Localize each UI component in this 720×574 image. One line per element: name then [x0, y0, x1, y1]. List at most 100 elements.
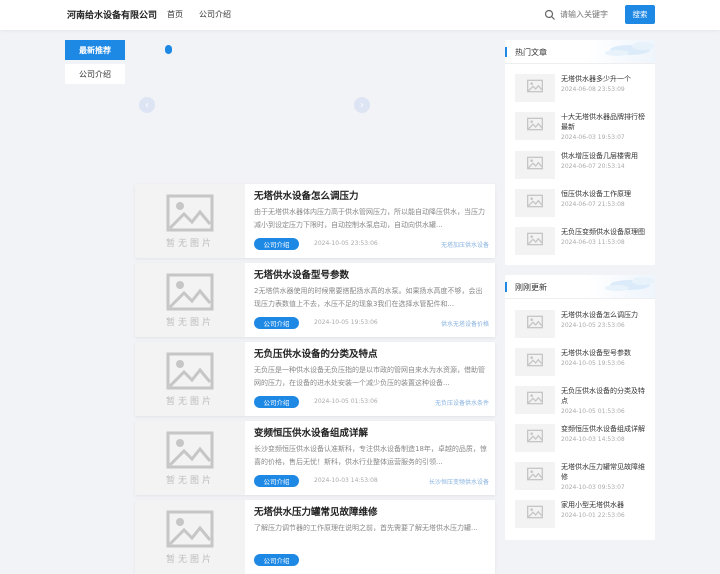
- side-list-item[interactable]: 十大无塔供水器品牌排行榜最新 2024-06-03 19:53:07: [515, 112, 655, 142]
- image-placeholder-icon: [527, 117, 543, 131]
- side-item-title[interactable]: 无负压供水设备的分类及特点: [561, 386, 651, 406]
- side-item-date: 2024-10-05 23:53:06: [561, 322, 625, 329]
- side-list-item[interactable]: 无塔供水设备怎么调压力 2024-10-05 23:53:06: [515, 310, 655, 340]
- hot-title: 热门文章: [515, 48, 547, 57]
- side-list-item[interactable]: 变频恒压供水设备组成详解 2024-10-03 14:53:08: [515, 424, 655, 454]
- article-tag[interactable]: 供水无塔设备价格: [441, 319, 489, 328]
- article-thumbnail[interactable]: 暂无图片: [135, 500, 245, 574]
- site-logo[interactable]: 河南给水设备有限公司: [67, 8, 157, 21]
- article-card[interactable]: 暂无图片 无负压供水设备的分类及特点无负压是一种供水设备无负压指的是以市政的管网自…: [135, 342, 495, 416]
- category-badge[interactable]: 公司介绍: [254, 238, 299, 250]
- article-date: 2024-10-05 19:53:06: [314, 319, 378, 326]
- slider-dot[interactable]: [165, 45, 172, 54]
- category-badge[interactable]: 公司介绍: [254, 554, 299, 566]
- article-title[interactable]: 变频恒压供水设备组成详解: [254, 425, 368, 439]
- category-badge[interactable]: 公司介绍: [254, 475, 299, 487]
- article-thumbnail[interactable]: 暂无图片: [135, 184, 245, 258]
- side-list-item[interactable]: 无塔供水设备型号参数 2024-10-05 19:53:06: [515, 348, 655, 378]
- article-summary: 无负压是一种供水设备无负压指的是以市政的管网自来水为水资源，借助管网的压力，在设…: [254, 366, 485, 387]
- image-placeholder-icon: [527, 79, 543, 93]
- category-badge[interactable]: 公司介绍: [254, 317, 299, 329]
- side-thumbnail[interactable]: [515, 386, 555, 414]
- side-list-item[interactable]: 无负压变频供水设备原理图 2024-06-03 11:53:08: [515, 227, 655, 257]
- side-item-title[interactable]: 家用小型无塔供水器: [561, 500, 651, 510]
- side-item-title[interactable]: 无负压变频供水设备原理图: [561, 227, 651, 237]
- article-date: 2024-10-03 14:53:08: [314, 477, 378, 484]
- article-title[interactable]: 无塔供水设备型号参数: [254, 267, 349, 281]
- side-thumbnail[interactable]: [515, 462, 555, 490]
- image-placeholder-icon: [527, 232, 543, 246]
- image-placeholder-icon: [527, 194, 543, 208]
- article-title[interactable]: 无塔供水设备怎么调压力: [254, 188, 359, 202]
- article-card[interactable]: 暂无图片 无塔供水设备怎么调压力由于无塔供水器体内压力高于供水管网压力，所以能自动…: [135, 184, 495, 258]
- side-thumbnail[interactable]: [515, 348, 555, 376]
- side-item-title[interactable]: 无塔供水设备型号参数: [561, 348, 651, 358]
- nav-about[interactable]: 公司介绍: [199, 9, 231, 20]
- article-tag[interactable]: 无负压设备供水条件: [435, 398, 489, 407]
- article-summary: 由于无塔供水器体内压力高于供水管网压力，所以能自动降压供水，当压力减小到设定压力…: [254, 208, 485, 229]
- side-thumbnail[interactable]: [515, 74, 555, 102]
- main-nav: 首页 公司介绍: [167, 9, 231, 20]
- nav-home[interactable]: 首页: [167, 9, 183, 20]
- side-item-title[interactable]: 无塔供水器多少升一个: [561, 74, 651, 84]
- article-card[interactable]: 暂无图片 无塔供水设备型号参数 2无塔供水器使用的时候需要搭配扬水高的水泵。如果扬水…: [135, 263, 495, 337]
- side-item-date: 2024-10-03 14:53:08: [561, 436, 625, 443]
- search-button[interactable]: 搜索: [625, 5, 655, 24]
- side-item-title[interactable]: 无塔供水压力罐常见故障维修: [561, 462, 651, 482]
- side-item-title[interactable]: 无塔供水设备怎么调压力: [561, 310, 651, 320]
- side-thumbnail[interactable]: [515, 500, 555, 528]
- placeholder-text: 暂无图片: [165, 397, 214, 407]
- image-placeholder-icon: [527, 429, 543, 443]
- side-list-item[interactable]: 供水增压设备几层楼需用 2024-06-07 20:53:14: [515, 151, 655, 181]
- side-item-date: 2024-06-03 19:53:07: [561, 134, 625, 141]
- side-thumbnail[interactable]: [515, 424, 555, 452]
- article-date: 2024-10-05 23:53:06: [314, 240, 378, 247]
- banner-slider: ‹ ›: [135, 40, 495, 180]
- side-list-item[interactable]: 无负压供水设备的分类及特点 2024-10-05 01:53:06: [515, 386, 655, 416]
- side-item-title[interactable]: 十大无塔供水器品牌排行榜最新: [561, 112, 651, 132]
- side-item-date: 2024-06-07 21:53:08: [561, 201, 625, 208]
- side-list-item[interactable]: 无塔供水压力罐常见故障维修 2024-10-03 09:53:07: [515, 462, 655, 492]
- left-nav: 最新推荐 公司介绍: [65, 40, 125, 84]
- placeholder-text: 暂无图片: [165, 239, 214, 249]
- side-item-title[interactable]: 变频恒压供水设备组成详解: [561, 424, 651, 434]
- header: 河南给水设备有限公司 首页 公司介绍 搜索: [0, 0, 720, 30]
- article-summary: 长沙变频恒压供水设备认准斯科，专注供水设备制造18年，卓越的品质，惊喜的价格，售…: [254, 445, 487, 466]
- side-list-item[interactable]: 恒压供水设备工作原理 2024-06-07 21:53:08: [515, 189, 655, 219]
- placeholder-text: 暂无图片: [165, 555, 214, 565]
- chevron-right-icon[interactable]: ›: [354, 97, 370, 113]
- article-thumbnail[interactable]: 暂无图片: [135, 342, 245, 416]
- article-thumbnail[interactable]: 暂无图片: [135, 421, 245, 495]
- recent-title: 刚刚更新: [515, 283, 547, 292]
- search-box: [540, 5, 620, 24]
- side-thumbnail[interactable]: [515, 151, 555, 179]
- side-item-title[interactable]: 恒压供水设备工作原理: [561, 189, 651, 199]
- search-input[interactable]: [560, 10, 620, 19]
- image-placeholder-icon: [527, 505, 543, 519]
- side-thumbnail[interactable]: [515, 112, 555, 140]
- placeholder-text: 暂无图片: [165, 476, 214, 486]
- side-item-date: 2024-10-01 22:53:06: [561, 512, 625, 519]
- side-list-item[interactable]: 家用小型无塔供水器 2024-10-01 22:53:06: [515, 500, 655, 530]
- tab-latest[interactable]: 最新推荐: [65, 40, 125, 60]
- article-title[interactable]: 无负压供水设备的分类及特点: [254, 346, 378, 360]
- article-card[interactable]: 暂无图片 变频恒压供水设备组成详解长沙变频恒压供水设备认准斯科，专注供水设备制造1…: [135, 421, 495, 495]
- side-list-item[interactable]: 无塔供水器多少升一个 2024-06-08 23:53:09: [515, 74, 655, 104]
- cloud-icon: [605, 277, 654, 291]
- article-card[interactable]: 暂无图片 无塔供水压力罐常见故障维修 了解压力调节器的工作原理在说明之前，首先需要了…: [135, 500, 495, 574]
- tab-company[interactable]: 公司介绍: [65, 64, 125, 84]
- category-badge[interactable]: 公司介绍: [254, 396, 299, 408]
- side-thumbnail[interactable]: [515, 189, 555, 217]
- hot-articles: 热门文章 无塔供水器多少升一个 2024-06-08 23:53:09 十大无塔供水…: [505, 40, 655, 265]
- side-item-title[interactable]: 供水增压设备几层楼需用: [561, 151, 651, 161]
- article-date: 2024-10-05 01:53:06: [314, 398, 378, 405]
- article-title[interactable]: 无塔供水压力罐常见故障维修: [254, 504, 378, 518]
- chevron-left-icon[interactable]: ‹: [139, 97, 155, 113]
- article-tag[interactable]: 长沙恒压变频供水设备: [429, 477, 489, 486]
- image-placeholder-icon: [166, 510, 214, 548]
- side-thumbnail[interactable]: [515, 310, 555, 338]
- side-thumbnail[interactable]: [515, 227, 555, 255]
- article-tag[interactable]: 无塔加压供水设备: [441, 240, 489, 249]
- article-thumbnail[interactable]: 暂无图片: [135, 263, 245, 337]
- side-item-date: 2024-06-07 20:53:14: [561, 163, 625, 170]
